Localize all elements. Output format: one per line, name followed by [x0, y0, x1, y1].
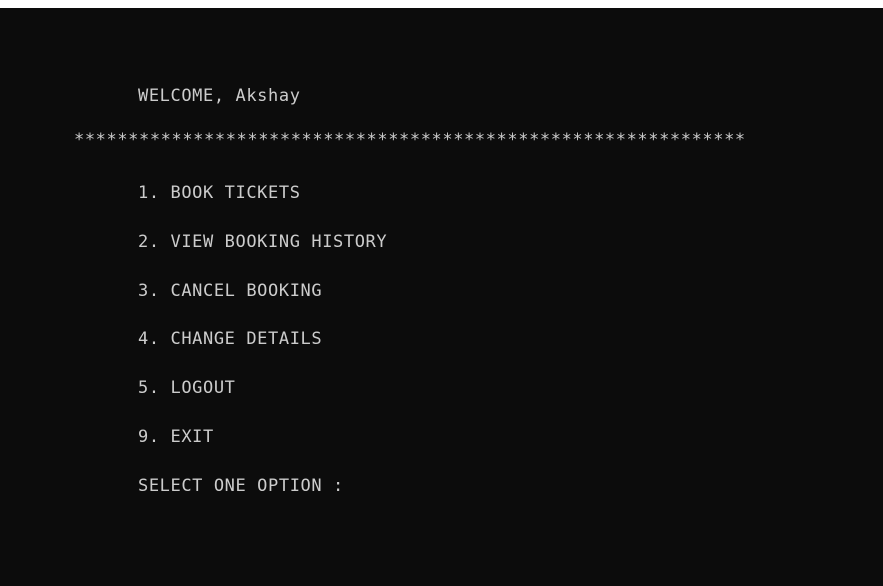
console-window[interactable]: WELCOME, Akshay ************************… — [0, 8, 883, 586]
menu-item-book-tickets: 1. BOOK TICKETS — [138, 183, 301, 203]
separator-line: ****************************************… — [74, 130, 746, 150]
menu-item-logout: 5. LOGOUT — [138, 378, 236, 398]
welcome-text: WELCOME, Akshay — [138, 86, 301, 106]
menu-item-exit: 9. EXIT — [138, 427, 214, 447]
menu-item-view-booking-history: 2. VIEW BOOKING HISTORY — [138, 232, 388, 252]
menu-item-cancel-booking: 3. CANCEL BOOKING — [138, 281, 323, 301]
menu-item-change-details: 4. CHANGE DETAILS — [138, 329, 323, 349]
select-option-prompt[interactable]: SELECT ONE OPTION : — [138, 475, 344, 497]
